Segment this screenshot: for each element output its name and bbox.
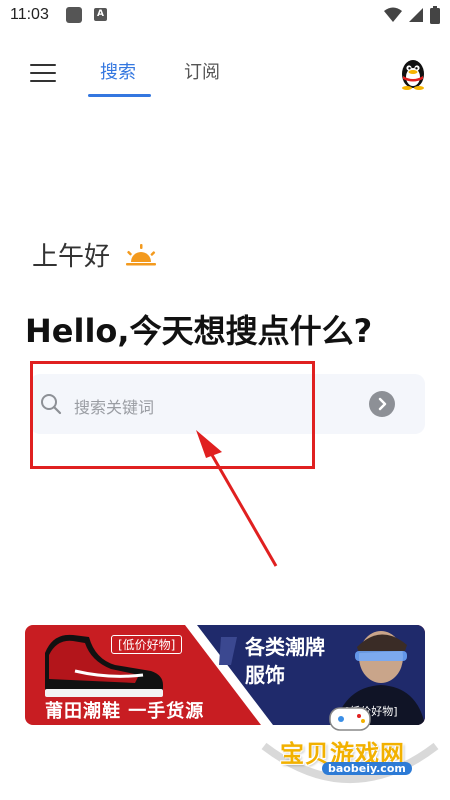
- search-input[interactable]: 搜索关键词: [30, 374, 425, 434]
- status-icons: [384, 6, 440, 24]
- banner-tag-left: [低价好物]: [111, 635, 183, 654]
- greeting-row: 上午好: [32, 236, 158, 273]
- page-headline: Hello,今天想搜点什么?: [25, 312, 373, 350]
- qq-penguin-icon[interactable]: [398, 58, 428, 90]
- banner-title-left: 莆田潮鞋 一手货源: [45, 701, 205, 722]
- top-nav: 搜索 订阅: [0, 44, 450, 102]
- notification-a-icon: A: [94, 8, 107, 21]
- watermark-url: baobeiy.com: [322, 762, 412, 775]
- wifi-icon: [384, 7, 402, 22]
- banner-tag-right: [低价好物]: [345, 705, 398, 718]
- search-icon: [41, 394, 62, 415]
- banner-title-right-line1: 各类潮牌: [245, 635, 325, 659]
- status-time: 11:03: [10, 6, 49, 23]
- tab-subscribe[interactable]: 订阅: [184, 58, 220, 84]
- active-tab-indicator: [88, 94, 151, 97]
- menu-icon[interactable]: [30, 64, 56, 84]
- promo-banner[interactable]: [低价好物] 莆田潮鞋 一手货源 各类潮牌 服饰 [低价好物]: [25, 625, 425, 725]
- status-bar: 11:03 A: [0, 0, 450, 32]
- tab-search[interactable]: 搜索: [100, 58, 136, 84]
- watermark-text: 宝贝游戏网: [280, 740, 405, 768]
- chevron-right-icon: [378, 397, 387, 411]
- banner-title-right-line2: 服饰: [245, 663, 285, 687]
- search-submit-button[interactable]: [369, 391, 395, 417]
- battery-icon: [430, 6, 440, 24]
- notification-app-icon: [66, 7, 82, 23]
- sun-icon: [126, 243, 157, 265]
- search-placeholder: 搜索关键词: [74, 398, 155, 417]
- greeting-text: 上午好: [32, 242, 111, 272]
- signal-icon: [409, 8, 423, 22]
